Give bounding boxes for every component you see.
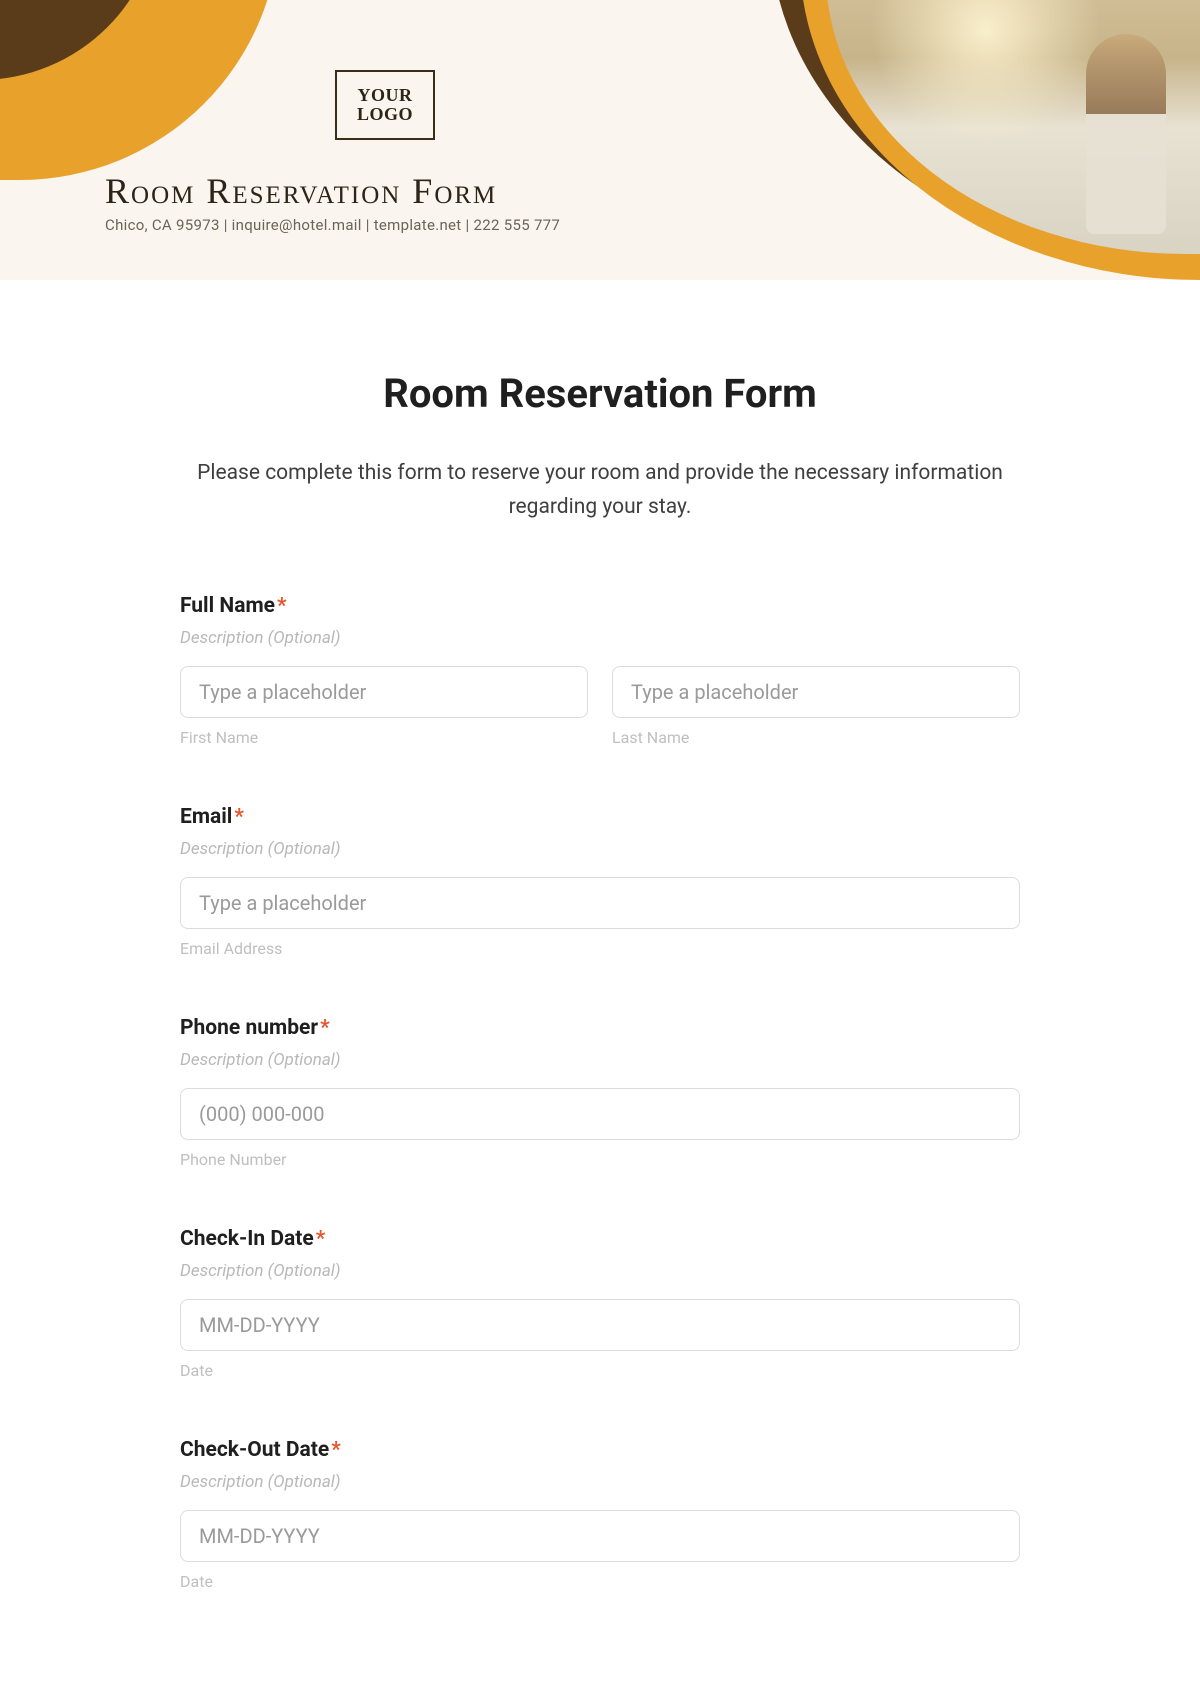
desc-full-name: Description (Optional) [180, 628, 1020, 648]
required-mark: * [316, 1227, 326, 1251]
required-mark: * [234, 805, 244, 829]
form-intro: Please complete this form to reserve you… [180, 457, 1020, 524]
logo-placeholder: YOUR LOGO [335, 70, 435, 140]
banner-subtitle: Chico, CA 95973 | inquire@hotel.mail | t… [105, 216, 560, 234]
desc-checkin: Description (Optional) [180, 1261, 1020, 1281]
desc-phone: Description (Optional) [180, 1050, 1020, 1070]
desc-checkout: Description (Optional) [180, 1472, 1020, 1492]
last-name-sublabel: Last Name [612, 728, 1020, 747]
desc-email: Description (Optional) [180, 839, 1020, 859]
label-email: Email* [180, 805, 1020, 829]
hero-photo-wrap [770, 0, 1200, 280]
first-name-sublabel: First Name [180, 728, 588, 747]
checkout-sublabel: Date [180, 1572, 1020, 1591]
field-checkout: Check-Out Date* Description (Optional) D… [180, 1438, 1020, 1591]
label-full-name: Full Name* [180, 594, 1020, 618]
checkin-sublabel: Date [180, 1361, 1020, 1380]
form-title: Room Reservation Form [180, 370, 1020, 417]
label-checkin: Check-In Date* [180, 1227, 1020, 1251]
label-full-name-text: Full Name [180, 594, 275, 618]
header-banner: YOUR LOGO Room Reservation Form Chico, C… [0, 0, 1200, 280]
phone-sublabel: Phone Number [180, 1150, 1020, 1169]
required-mark: * [277, 594, 287, 618]
label-phone: Phone number* [180, 1016, 1020, 1040]
banner-title: Room Reservation Form [105, 170, 497, 212]
checkout-input[interactable] [180, 1510, 1020, 1562]
last-name-input[interactable] [612, 666, 1020, 718]
field-checkin: Check-In Date* Description (Optional) Da… [180, 1227, 1020, 1380]
phone-input[interactable] [180, 1088, 1020, 1140]
label-checkout-text: Check-Out Date [180, 1438, 329, 1462]
required-mark: * [320, 1016, 330, 1040]
email-sublabel: Email Address [180, 939, 1020, 958]
label-checkout: Check-Out Date* [180, 1438, 1020, 1462]
label-checkin-text: Check-In Date [180, 1227, 314, 1251]
checkin-input[interactable] [180, 1299, 1020, 1351]
field-full-name: Full Name* Description (Optional) First … [180, 594, 1020, 747]
label-phone-text: Phone number [180, 1016, 318, 1040]
first-name-input[interactable] [180, 666, 588, 718]
decorative-blob-left [0, 0, 280, 180]
field-email: Email* Description (Optional) Email Addr… [180, 805, 1020, 958]
field-phone: Phone number* Description (Optional) Pho… [180, 1016, 1020, 1169]
required-mark: * [331, 1438, 341, 1462]
email-input[interactable] [180, 877, 1020, 929]
label-email-text: Email [180, 805, 232, 829]
form-container: Room Reservation Form Please complete th… [120, 280, 1080, 1651]
